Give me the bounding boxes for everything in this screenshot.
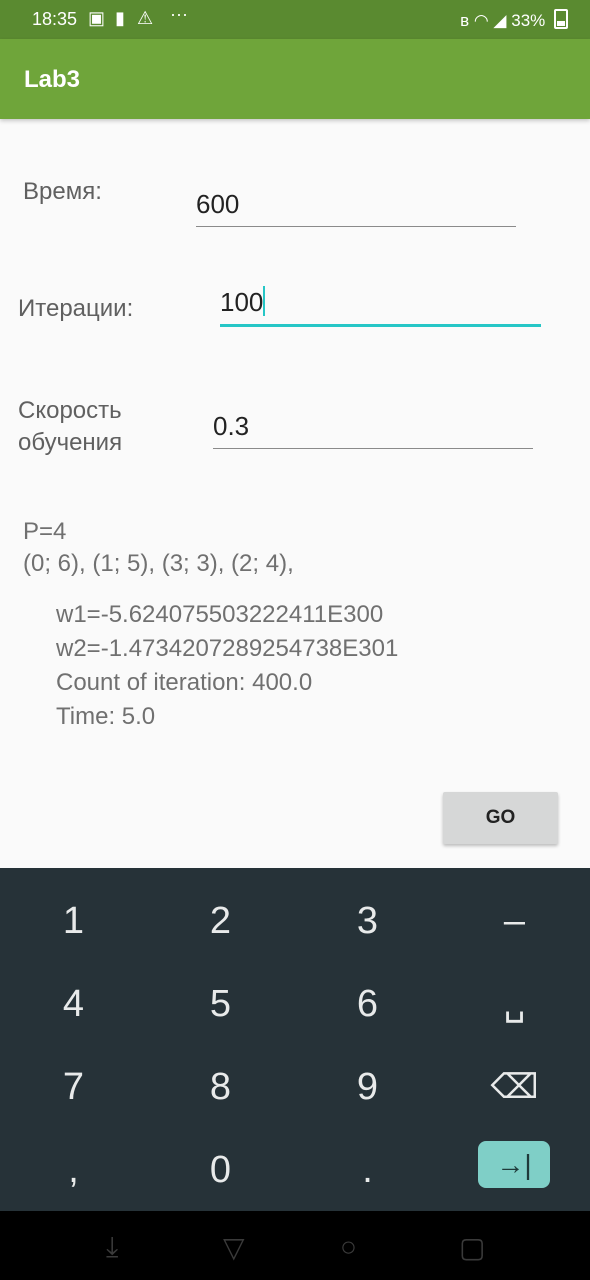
result-output: w1=-5.624075503222411E300 w2=-1.47342072… bbox=[56, 598, 398, 734]
status-bar: 18:35 ▣ ▮ ⚠ ··· ʙ ◠ ◢ 33% bbox=[0, 0, 590, 39]
go-button[interactable]: GO bbox=[443, 792, 558, 844]
app-title: Lab3 bbox=[24, 66, 81, 93]
learning-rate-input[interactable]: 0.3 bbox=[213, 402, 533, 449]
count-text: Count of iteration: 400.0 bbox=[56, 669, 313, 696]
p-count-text: P=4 bbox=[23, 518, 67, 545]
iterations-label: Итерации: bbox=[18, 295, 134, 322]
recents-icon[interactable]: ▢ bbox=[459, 1231, 485, 1264]
learning-rate-label-line1: Скорость bbox=[18, 397, 122, 424]
hide-keyboard-icon[interactable]: ⤓ bbox=[106, 1231, 118, 1264]
key-5[interactable]: 5 bbox=[147, 963, 294, 1045]
app-bar: Lab3 bbox=[0, 39, 590, 119]
key-space[interactable]: ␣ bbox=[441, 963, 588, 1045]
bluetooth-icon: ʙ bbox=[460, 11, 470, 30]
warning-icon: ⚠ bbox=[137, 8, 154, 28]
key-8[interactable]: 8 bbox=[147, 1046, 294, 1128]
back-icon[interactable]: ▽ bbox=[223, 1231, 245, 1264]
text-cursor bbox=[263, 286, 266, 316]
status-right: ʙ ◠ ◢ 33% bbox=[460, 9, 568, 31]
time-input[interactable]: 600 bbox=[196, 180, 516, 227]
signal-icon: ◢ bbox=[493, 11, 507, 30]
key-9[interactable]: 9 bbox=[294, 1046, 441, 1128]
w2-text: w2=-1.4734207289254738E301 bbox=[56, 635, 399, 662]
learning-rate-label: Скорость обучения bbox=[18, 395, 122, 459]
sim-icon: ▮ bbox=[115, 8, 125, 28]
key-period[interactable]: . bbox=[294, 1129, 441, 1211]
points-output: P=4 (0; 6), (1; 5), (3; 3), (2; 4), bbox=[23, 516, 294, 580]
time-label: Время: bbox=[23, 178, 102, 205]
time-text: Time: 5.0 bbox=[56, 703, 156, 730]
backspace-key[interactable]: ⌫ bbox=[441, 1046, 588, 1128]
status-time: 18:35 bbox=[32, 9, 78, 29]
key-7[interactable]: 7 bbox=[0, 1046, 147, 1128]
key-6[interactable]: 6 bbox=[294, 963, 441, 1045]
w1-text: w1=-5.624075503222411E300 bbox=[56, 601, 384, 628]
key-1[interactable]: 1 bbox=[0, 880, 147, 962]
key-4[interactable]: 4 bbox=[0, 963, 147, 1045]
wifi-icon: ◠ bbox=[473, 11, 489, 30]
image-icon: ▣ bbox=[88, 8, 106, 28]
battery-icon bbox=[554, 9, 568, 29]
home-icon[interactable]: ○ bbox=[340, 1231, 357, 1263]
battery-percent: 33% bbox=[511, 11, 546, 30]
learning-rate-label-line2: обучения bbox=[18, 429, 123, 456]
key-0[interactable]: 0 bbox=[147, 1129, 294, 1211]
key-comma[interactable]: , bbox=[0, 1129, 147, 1211]
key-2[interactable]: 2 bbox=[147, 880, 294, 962]
navigation-bar: ⤓ ▽ ○ ▢ bbox=[0, 1211, 590, 1280]
numeric-keyboard: 1 2 3 – 4 5 6 ␣ 7 8 9 ⌫ , 0 . →| bbox=[0, 868, 590, 1211]
points-text: (0; 6), (1; 5), (3; 3), (2; 4), bbox=[23, 550, 294, 577]
key-3[interactable]: 3 bbox=[294, 880, 441, 962]
iterations-input-value: 100 bbox=[220, 287, 264, 317]
time-input-value: 600 bbox=[196, 189, 240, 219]
more-dots-icon: ··· bbox=[170, 4, 188, 24]
key-minus[interactable]: – bbox=[441, 880, 588, 962]
learning-rate-input-value: 0.3 bbox=[213, 411, 250, 441]
next-field-key[interactable]: →| bbox=[478, 1141, 550, 1188]
iterations-input[interactable]: 100 bbox=[220, 278, 541, 327]
